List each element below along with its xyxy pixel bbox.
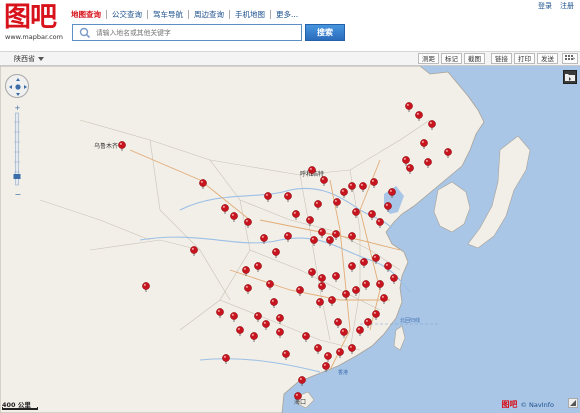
nav-mobile[interactable]: 手机地图 [229, 10, 270, 19]
nav-nearby[interactable]: 周边查询 [188, 10, 229, 19]
arrow-icon [570, 400, 576, 406]
search-button[interactable]: 搜索 [305, 24, 345, 41]
region-label: 陕西省 [14, 55, 35, 63]
map-attribution: 图吧 © NavInfo [501, 399, 554, 410]
grid-icon [565, 55, 575, 60]
account-links: 登录 注册 [538, 1, 574, 11]
map-toolbar: 陕西省 测距 标记 截图 链接 打印 发送 [0, 51, 580, 66]
measure-button[interactable]: 测距 [418, 53, 439, 64]
register-link[interactable]: 注册 [560, 1, 574, 11]
map-svg: 乌鲁木齐 呼和浩特 北回归线 香港 海口 [0, 66, 580, 413]
search-icon [79, 27, 91, 38]
zoom-handle[interactable] [13, 174, 21, 179]
link-button[interactable]: 链接 [491, 53, 512, 64]
search-input[interactable] [96, 28, 296, 37]
map-canvas[interactable]: 乌鲁木齐 呼和浩特 北回归线 香港 海口 + − [0, 66, 580, 413]
collapse-overview-button[interactable] [568, 398, 578, 408]
navinfo-copyright[interactable]: © NavInfo [520, 401, 554, 409]
side-panel-toggle[interactable] [563, 70, 577, 84]
screenshot-button[interactable]: 截图 [464, 53, 485, 64]
map-nav-control: + − [5, 74, 29, 204]
logo-url: www.mapbar.com [5, 33, 63, 41]
login-link[interactable]: 登录 [538, 1, 552, 11]
label-tropic: 北回归线 [400, 317, 420, 324]
nav-bus-search[interactable]: 公交查询 [106, 10, 147, 19]
scale-bar [2, 407, 38, 410]
folder-icon [565, 74, 575, 81]
chevron-down-icon [38, 57, 44, 61]
pan-control[interactable] [5, 74, 29, 98]
mapbar-logo[interactable]: 图吧 www.mapbar.com [4, 2, 64, 42]
zoom-in-icon[interactable]: + [15, 104, 21, 112]
top-nav: 地图查询 公交查询 驾车导航 周边查询 手机地图 更多... [71, 10, 303, 19]
nav-driving[interactable]: 驾车导航 [147, 10, 188, 19]
nav-more[interactable]: 更多... [270, 10, 303, 19]
zoom-slider[interactable]: + − [13, 104, 21, 200]
search-box [72, 24, 302, 41]
layers-grid-button[interactable] [562, 53, 578, 64]
mark-button[interactable]: 标记 [441, 53, 462, 64]
header: 图吧 www.mapbar.com 地图查询 公交查询 驾车导航 周边查询 手机… [0, 0, 580, 52]
footer-logo: 图吧 [501, 400, 518, 409]
tool-buttons: 测距 标记 截图 链接 打印 发送 [418, 53, 578, 64]
logo-text: 图吧 [4, 2, 57, 33]
label-urumqi: 乌鲁木齐 [94, 142, 118, 150]
zoom-out-icon[interactable]: − [15, 190, 22, 199]
print-button[interactable]: 打印 [514, 53, 535, 64]
label-hk: 香港 [338, 369, 348, 376]
nav-map-search[interactable]: 地图查询 [71, 10, 106, 19]
pan-arrows-icon [9, 78, 27, 96]
region-select[interactable]: 陕西省 [14, 54, 44, 64]
send-button[interactable]: 发送 [537, 53, 558, 64]
